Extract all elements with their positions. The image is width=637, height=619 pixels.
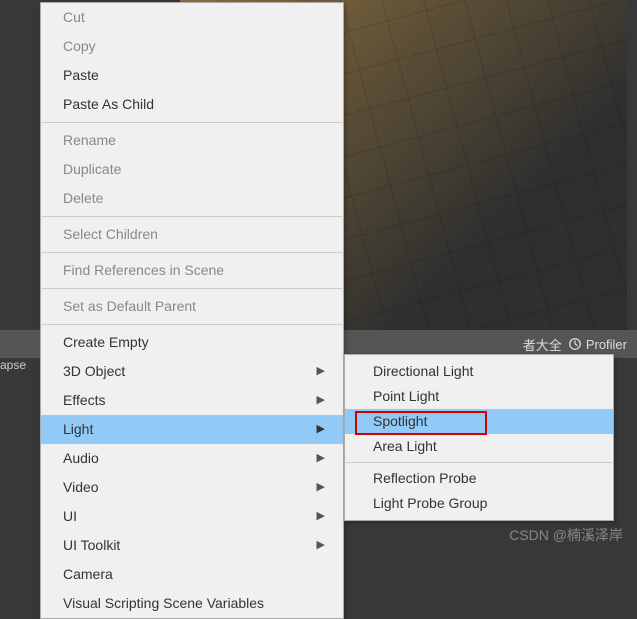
submenu-reflection-probe[interactable]: Reflection Probe: [345, 466, 613, 491]
menu-video[interactable]: Video▶: [41, 473, 343, 502]
menu-copy[interactable]: Copy: [41, 32, 343, 61]
menu-rename[interactable]: Rename: [41, 126, 343, 155]
toolbar-label-cn[interactable]: 者大全: [523, 335, 562, 354]
menu-cut[interactable]: Cut: [41, 3, 343, 32]
text-fragment: apse: [0, 358, 26, 372]
menu-separator: [42, 122, 342, 123]
menu-find-references[interactable]: Find References in Scene: [41, 256, 343, 285]
menu-ui-toolkit[interactable]: UI Toolkit▶: [41, 531, 343, 560]
menu-set-default-parent[interactable]: Set as Default Parent: [41, 292, 343, 321]
chevron-right-icon: ▶: [317, 508, 325, 525]
chevron-right-icon: ▶: [317, 450, 325, 467]
menu-audio[interactable]: Audio▶: [41, 444, 343, 473]
menu-paste[interactable]: Paste: [41, 61, 343, 90]
chevron-right-icon: ▶: [317, 363, 325, 380]
menu-3d-object[interactable]: 3D Object▶: [41, 357, 343, 386]
menu-light[interactable]: Light▶: [41, 415, 343, 444]
chevron-right-icon: ▶: [317, 537, 325, 554]
profiler-label: Profiler: [586, 337, 627, 352]
profiler-button[interactable]: Profiler: [568, 337, 627, 352]
menu-visual-scripting[interactable]: Visual Scripting Scene Variables: [41, 589, 343, 618]
menu-camera[interactable]: Camera: [41, 560, 343, 589]
menu-separator: [42, 252, 342, 253]
menu-create-empty[interactable]: Create Empty: [41, 328, 343, 357]
menu-paste-as-child[interactable]: Paste As Child: [41, 90, 343, 119]
light-submenu[interactable]: Directional Light Point Light Spotlight …: [344, 354, 614, 521]
menu-separator: [42, 324, 342, 325]
submenu-point-light[interactable]: Point Light: [345, 384, 613, 409]
menu-separator: [42, 216, 342, 217]
submenu-directional-light[interactable]: Directional Light: [345, 359, 613, 384]
menu-separator: [346, 462, 612, 463]
menu-duplicate[interactable]: Duplicate: [41, 155, 343, 184]
submenu-spotlight[interactable]: Spotlight: [345, 409, 613, 434]
chevron-right-icon: ▶: [317, 421, 325, 438]
menu-ui[interactable]: UI▶: [41, 502, 343, 531]
menu-effects[interactable]: Effects▶: [41, 386, 343, 415]
menu-separator: [42, 288, 342, 289]
chevron-right-icon: ▶: [317, 392, 325, 409]
watermark: CSDN @楠溪泽岸: [509, 525, 623, 545]
context-menu[interactable]: Cut Copy Paste Paste As Child Rename Dup…: [40, 2, 344, 619]
menu-select-children[interactable]: Select Children: [41, 220, 343, 249]
submenu-light-probe-group[interactable]: Light Probe Group: [345, 491, 613, 516]
submenu-area-light[interactable]: Area Light: [345, 434, 613, 459]
profiler-icon: [568, 337, 582, 351]
chevron-right-icon: ▶: [317, 479, 325, 496]
menu-delete[interactable]: Delete: [41, 184, 343, 213]
